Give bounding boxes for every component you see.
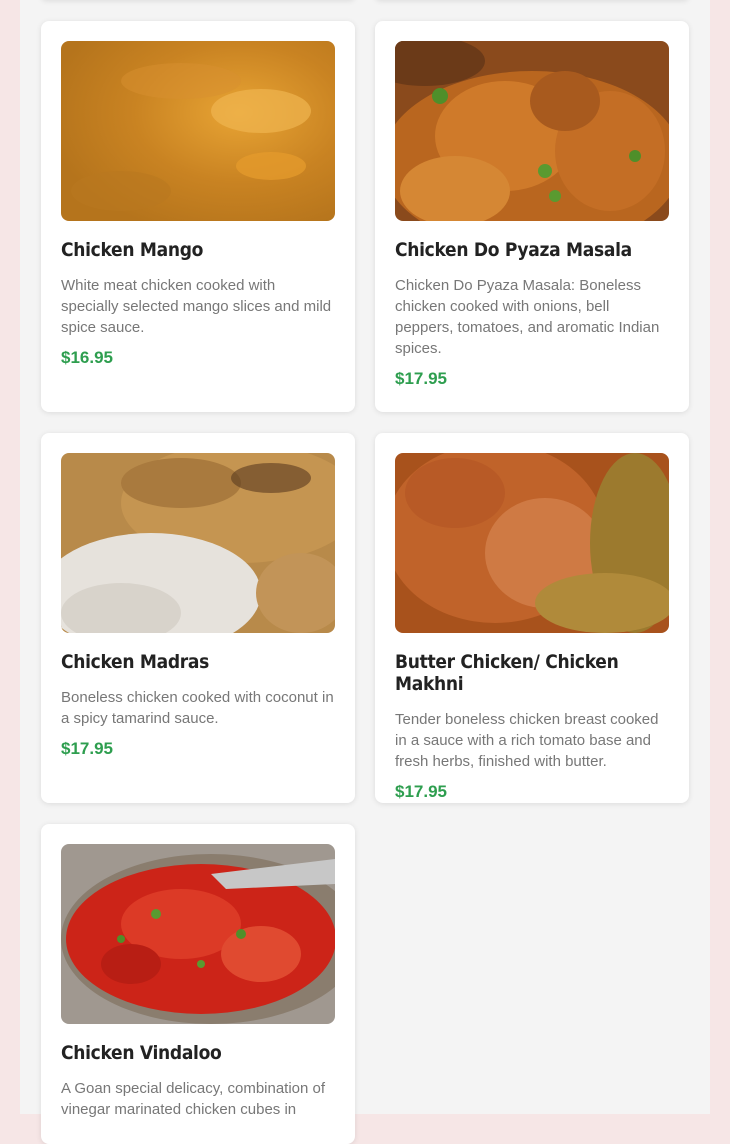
menu-card[interactable]: Butter Chicken/ Chicken Makhni Tender bo…: [375, 433, 689, 803]
menu-card[interactable]: Chicken Mango White meat chicken cooked …: [41, 21, 355, 412]
dish-image: [61, 453, 335, 633]
dish-description: Boneless chicken cooked with coconut in …: [61, 689, 334, 727]
dish-description: Chicken Do Pyaza Masala: Boneless chicke…: [395, 277, 660, 357]
dish-image: [395, 41, 669, 221]
dish-image: [61, 41, 335, 221]
menu-card[interactable]: Chicken Madras Boneless chicken cooked w…: [41, 433, 355, 803]
dish-title: Butter Chicken/ Chicken Makhni: [395, 651, 619, 695]
dish-price: $17.95: [61, 739, 113, 758]
dish-title: Chicken Madras: [61, 651, 209, 673]
dish-title: Chicken Do Pyaza Masala: [395, 239, 632, 261]
dish-description: Tender boneless chicken breast cooked in…: [395, 711, 659, 770]
dish-description: White meat chicken cooked with specially…: [61, 277, 332, 336]
dish-price: $17.95: [395, 782, 447, 801]
dish-image: [395, 453, 669, 633]
menu-card[interactable]: Chicken Do Pyaza Masala Chicken Do Pyaza…: [375, 21, 689, 412]
dish-price: $17.95: [395, 369, 447, 388]
menu-grid: Chicken Mango White meat chicken cooked …: [20, 0, 710, 1144]
dish-price: $16.95: [61, 348, 113, 367]
dish-image: [61, 844, 335, 1024]
menu-card[interactable]: Chicken Vindaloo A Goan special delicacy…: [41, 824, 355, 1144]
dish-title: Chicken Mango: [61, 239, 204, 261]
dish-title: Chicken Vindaloo: [61, 1042, 222, 1064]
